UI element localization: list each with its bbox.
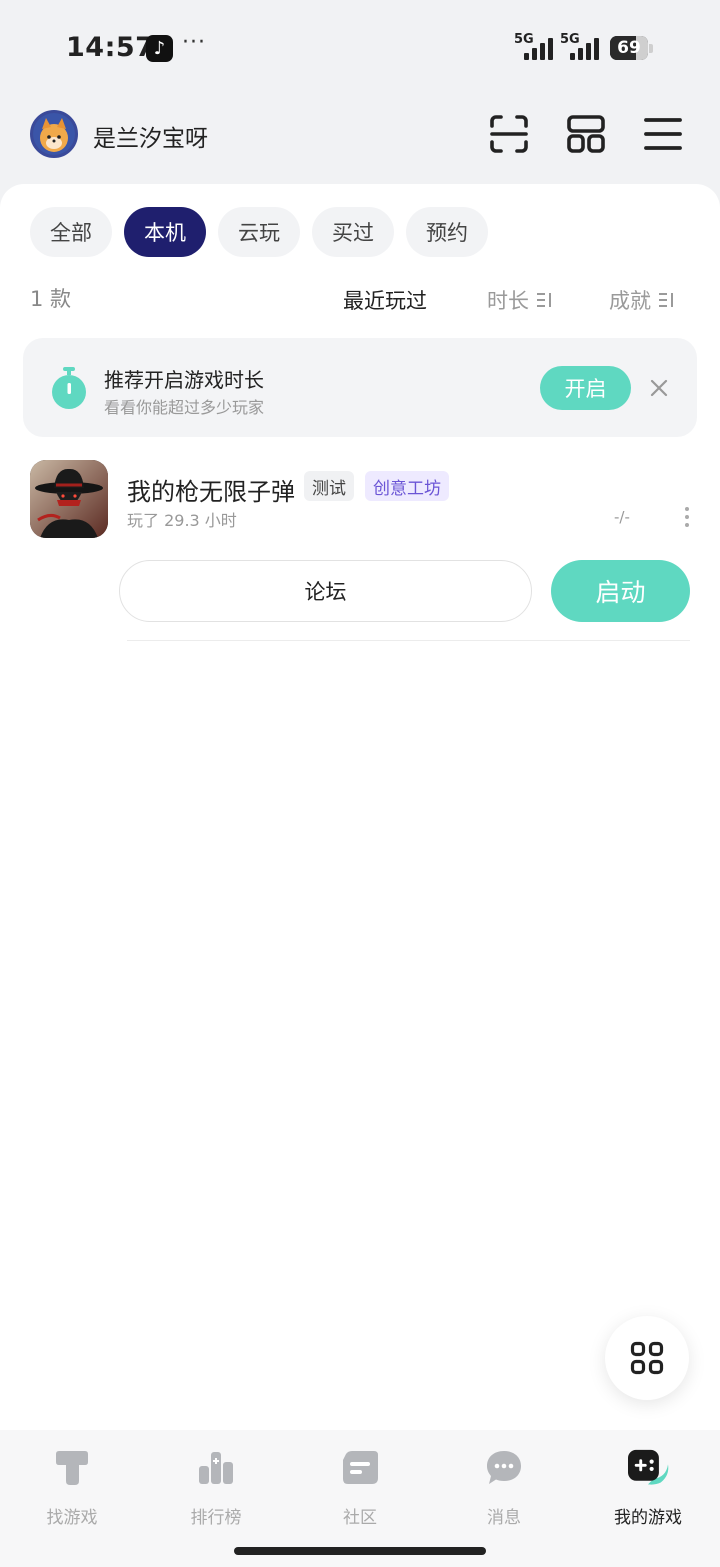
game-cover-image (30, 460, 108, 538)
leaderboard-icon (199, 1452, 233, 1484)
scan-icon[interactable] (489, 114, 529, 154)
community-icon (343, 1451, 378, 1484)
find-games-icon (56, 1451, 88, 1485)
nav-community[interactable]: 社区 (300, 1448, 420, 1548)
sort-recent-label: 最近玩过 (343, 289, 427, 313)
filter-chip[interactable]: 全部 (30, 207, 112, 257)
home-indicator (234, 1547, 486, 1555)
playtime-text: 玩了 29.3 小时 (127, 511, 237, 530)
status-time: 14:57 (66, 32, 155, 63)
signal-icon-2: 5G (560, 32, 602, 62)
nav-label: 消息 (487, 1508, 521, 1528)
menu-icon[interactable] (643, 114, 683, 154)
game-title[interactable]: 我的枪无限子弹 (127, 472, 295, 507)
filter-chip[interactable]: 本机 (124, 207, 206, 257)
grid-icon (630, 1341, 664, 1375)
stopwatch-icon (52, 367, 86, 409)
widgets-icon[interactable] (566, 114, 606, 154)
forum-button[interactable]: 论坛 (119, 560, 532, 622)
username[interactable]: 是兰汐宝呀 (93, 119, 208, 153)
status-bar: 14:57 ♪ ··· 5G 5G 69 (0, 0, 720, 96)
playtime-banner: 推荐开启游戏时长 看看你能超过多少玩家 开启 (23, 338, 697, 437)
status-more-dots: ··· (182, 30, 206, 55)
filter-chip[interactable]: 买过 (312, 207, 394, 257)
filter-chip[interactable]: 云玩 (218, 207, 300, 257)
game-count: 1 款 (30, 287, 72, 311)
launch-button[interactable]: 启动 (551, 560, 690, 622)
signal-icon-1: 5G (514, 32, 556, 62)
sort-order-icon (659, 293, 673, 307)
workshop-tag[interactable]: 创意工坊 (365, 471, 449, 501)
achievement-progress: -/- (614, 508, 630, 526)
avatar[interactable] (30, 110, 78, 158)
message-icon (487, 1451, 521, 1484)
sort-recent[interactable]: 最近玩过 (343, 285, 427, 315)
nav-messages[interactable]: 消息 (444, 1448, 564, 1548)
close-icon[interactable] (649, 378, 669, 398)
floating-grid-button[interactable] (605, 1316, 689, 1400)
avatar-image (33, 113, 75, 155)
sort-achievement[interactable]: 成就 (609, 285, 677, 315)
test-tag: 测试 (304, 471, 354, 501)
divider (127, 640, 690, 641)
nav-label: 排行榜 (190, 1508, 242, 1528)
filter-chip[interactable]: 预约 (406, 207, 488, 257)
sort-duration-label: 时长 (487, 289, 529, 313)
more-options-icon[interactable] (683, 507, 691, 527)
sort-achievement-label: 成就 (609, 289, 651, 313)
nav-my-games[interactable]: 我的游戏 (588, 1448, 708, 1548)
battery-icon: 69 (610, 36, 654, 60)
game-cover[interactable] (30, 460, 108, 538)
nav-label: 社区 (343, 1508, 377, 1528)
enable-playtime-button[interactable]: 开启 (540, 366, 631, 410)
battery-level: 69 (617, 38, 641, 58)
banner-title: 推荐开启游戏时长 (104, 368, 264, 392)
banner-subtitle: 看看你能超过多少玩家 (104, 398, 265, 417)
nav-find-games[interactable]: 找游戏 (12, 1448, 132, 1548)
sort-order-icon (537, 293, 551, 307)
nav-leaderboard[interactable]: 排行榜 (156, 1448, 276, 1548)
tiktok-icon: ♪ (146, 35, 173, 62)
nav-label: 我的游戏 (614, 1508, 682, 1528)
filter-chips: 全部 本机 云玩 买过 预约 (30, 207, 488, 257)
nav-label: 找游戏 (46, 1508, 98, 1528)
my-games-icon (628, 1449, 669, 1485)
sort-duration[interactable]: 时长 (487, 285, 555, 315)
